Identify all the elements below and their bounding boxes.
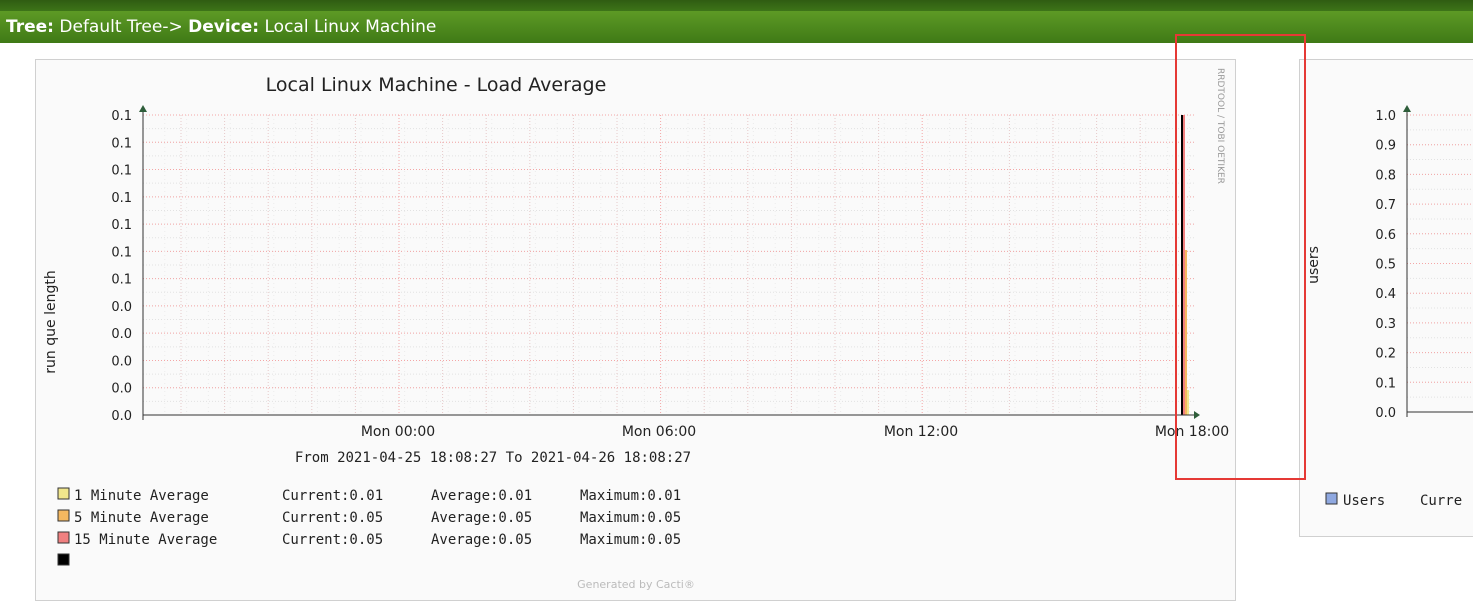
graph-title: Local Linux Machine - Load Average — [266, 74, 607, 96]
highlight-box — [1175, 34, 1306, 480]
y-tick-label: 0.2 — [1375, 347, 1396, 362]
graph-panel-load-average[interactable]: Local Linux Machine - Load Average run q… — [35, 59, 1236, 601]
legend: 1 Minute Average Current:0.01 Average:0.01… — [57, 487, 681, 566]
legend: Users Curre — [1325, 492, 1462, 509]
legend-current: Current:0.05 — [282, 510, 383, 526]
y-tick-label: 0.0 — [111, 382, 132, 397]
y-axis-label: run que length — [43, 270, 59, 373]
y-tick-label: 0.0 — [111, 409, 132, 424]
legend-swatch — [57, 487, 70, 500]
y-axis-arrow-icon — [139, 105, 147, 112]
legend-current: Current:0.05 — [282, 532, 383, 548]
legend-swatch — [57, 553, 70, 566]
legend-average: Average:0.01 — [431, 488, 532, 504]
breadcrumb-tree-link[interactable]: Default Tree-> — [59, 17, 182, 37]
breadcrumb-tree-label: Tree: — [6, 17, 54, 37]
generated-by-footer: Generated by Cacti® — [577, 578, 695, 591]
x-tick-label: Mon 06:00 — [622, 424, 696, 440]
legend-swatch — [57, 509, 70, 522]
legend-current: Curre — [1420, 493, 1462, 509]
y-tick-label: 0.1 — [111, 164, 132, 179]
grid — [1407, 114, 1473, 413]
y-axis-label-users: users — [1306, 246, 1322, 284]
y-tick-label: 0.1 — [111, 109, 132, 124]
y-tick-label: 0.1 — [1375, 376, 1396, 391]
legend-maximum: Maximum:0.01 — [580, 488, 681, 504]
y-tick-label: 0.0 — [111, 300, 132, 315]
y-ticks: 1.0 0.9 0.8 0.7 0.6 0.5 0.4 0.3 0.2 0.1 0.0 — [1375, 109, 1396, 421]
legend-swatch — [57, 531, 70, 544]
legend-average: Average:0.05 — [431, 510, 532, 526]
y-tick-label: 0.8 — [1375, 168, 1396, 183]
y-tick-label: 0.0 — [111, 327, 132, 342]
y-tick-label: 0.1 — [111, 245, 132, 260]
y-tick-label: 0.0 — [1375, 406, 1396, 421]
y-tick-label: 0.5 — [1375, 258, 1396, 273]
y-tick-label: 0.1 — [111, 136, 132, 151]
y-axis-arrow-icon — [1403, 105, 1411, 112]
time-range-text: From 2021-04-25 18:08:27 To 2021-04-26 1… — [295, 450, 691, 466]
legend-average: Average:0.05 — [431, 532, 532, 548]
users-graph[interactable]: users 1.00.90.80.70.60.50.40.30.20.10.0 … — [1300, 60, 1473, 536]
y-tick-label: 0.1 — [111, 273, 132, 288]
x-tick-label: Mon 00:00 — [361, 424, 435, 440]
breadcrumb-device-label: Device: — [188, 17, 260, 37]
legend-name: 15 Minute Average — [74, 532, 217, 548]
legend-maximum: Maximum:0.05 — [580, 510, 681, 526]
y-ticks: 0.1 0.1 0.1 0.1 0.1 0.1 0.1 0.0 0.0 0.0 0.0 0.0 — [111, 109, 132, 424]
legend-swatch — [1325, 492, 1338, 505]
legend-maximum: Maximum:0.05 — [580, 532, 681, 548]
x-ticks: Mon 00:00 Mon 06:00 Mon 12:00 Mon 18:00 — [361, 424, 1229, 440]
y-tick-label: 0.7 — [1375, 198, 1396, 213]
breadcrumb-device-link[interactable]: Local Linux Machine — [265, 17, 437, 37]
y-tick-label: 0.1 — [111, 191, 132, 206]
y-tick-label: 0.1 — [111, 218, 132, 233]
graph-panel-users[interactable]: users 1.0 0.9 0.8 0.7 0.6 0.5 0.4 0.3 0.2 0.1 0.0 … — [1299, 59, 1473, 537]
legend-current: Current:0.01 — [282, 488, 383, 504]
grid — [142, 114, 1194, 416]
load-average-graph[interactable]: Local Linux Machine - Load Average run q… — [36, 60, 1235, 600]
top-bar — [0, 0, 1473, 11]
x-tick-label: Mon 12:00 — [884, 424, 958, 440]
y-tick-label: 0.9 — [1375, 139, 1396, 154]
y-tick-label: 0.3 — [1375, 317, 1396, 332]
legend-name: 1 Minute Average — [74, 488, 209, 504]
y-tick-label: 0.0 — [111, 354, 132, 369]
legend-name: 5 Minute Average — [74, 510, 209, 526]
legend-name: Users — [1343, 493, 1385, 509]
y-tick-label: 0.4 — [1375, 287, 1396, 302]
y-tick-label: 0.6 — [1375, 228, 1396, 243]
y-tick-label: 1.0 — [1375, 109, 1396, 124]
